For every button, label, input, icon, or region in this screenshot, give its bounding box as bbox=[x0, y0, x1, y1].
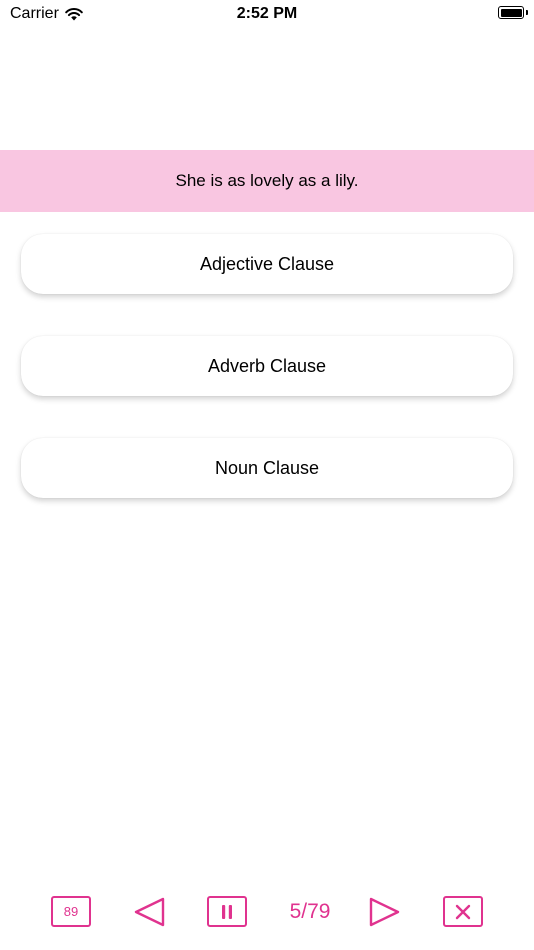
next-icon bbox=[369, 897, 400, 927]
battery-icon bbox=[498, 6, 524, 19]
close-button[interactable] bbox=[443, 896, 483, 927]
status-bar: Carrier 2:52 PM bbox=[0, 0, 534, 28]
count-badge-label: 89 bbox=[63, 904, 79, 919]
question-text: She is as lovely as a lily. bbox=[175, 171, 359, 190]
previous-icon bbox=[134, 897, 165, 927]
status-time: 2:52 PM bbox=[236, 5, 298, 22]
pause-icon bbox=[222, 904, 232, 919]
option-label: Noun Clause bbox=[214, 457, 320, 478]
answer-option-noun-clause[interactable]: Noun Clause bbox=[21, 438, 513, 498]
option-label: Adverb Clause bbox=[207, 355, 327, 376]
pause-button[interactable] bbox=[207, 896, 247, 927]
answer-option-adverb-clause[interactable]: Adverb Clause bbox=[21, 336, 513, 396]
page-indicator: 5/79 bbox=[289, 900, 331, 923]
question-banner: She is as lovely as a lily. bbox=[0, 150, 534, 212]
quiz-screen: Carrier 2:52 PM She is as lovely as a li… bbox=[0, 0, 534, 950]
answer-option-adjective-clause[interactable]: Adjective Clause bbox=[21, 234, 513, 294]
option-label: Adjective Clause bbox=[199, 253, 335, 274]
battery-tip bbox=[526, 10, 528, 15]
question-count-button[interactable]: 89 bbox=[51, 896, 91, 927]
previous-button[interactable] bbox=[131, 896, 167, 928]
next-button[interactable] bbox=[367, 896, 403, 928]
close-icon bbox=[455, 904, 471, 919]
bottom-toolbar: 89 5/79 bbox=[0, 890, 534, 950]
